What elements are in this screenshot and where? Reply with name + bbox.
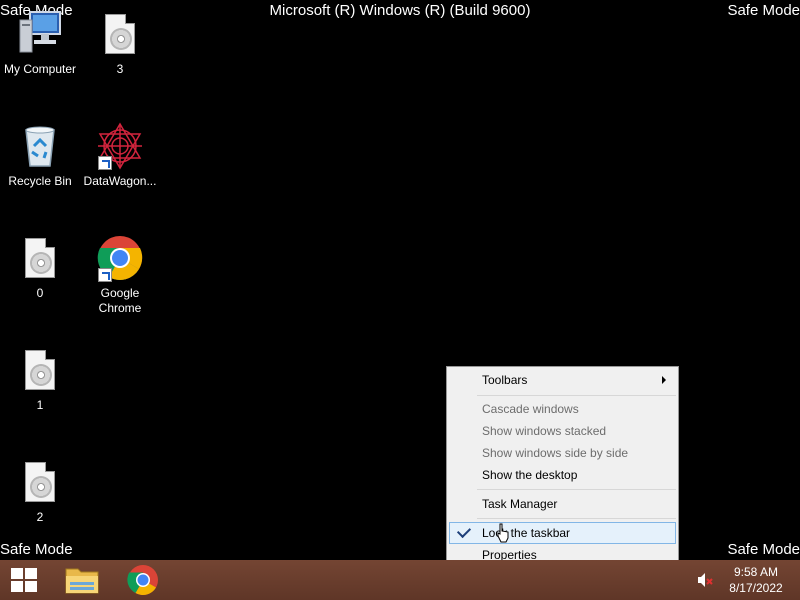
desktop-icon-label: 3 <box>116 62 124 76</box>
mouse-cursor-icon <box>497 523 509 543</box>
desktop-icon-label: Recycle Bin <box>8 174 72 188</box>
disc-file-icon <box>16 234 64 282</box>
volume-muted-icon[interactable] <box>696 571 714 589</box>
computer-icon <box>16 10 64 58</box>
recycle-bin-icon <box>16 122 64 170</box>
desktop-icon-label: 0 <box>36 286 44 300</box>
menu-item-task-manager[interactable]: Task Manager <box>449 493 676 515</box>
safe-mode-label-top-right: Safe Mode <box>727 2 800 19</box>
menu-item-label: Task Manager <box>482 497 558 511</box>
taskbar[interactable] <box>0 560 800 600</box>
start-button[interactable] <box>0 560 48 600</box>
menu-item-cascade-windows[interactable]: Cascade windows <box>449 398 676 420</box>
file-explorer-icon <box>65 568 99 594</box>
menu-item-label: Show windows side by side <box>482 446 629 460</box>
clock-date: 8/17/2022 <box>729 581 783 595</box>
desktop-icon-label: DataWagon... <box>83 174 157 188</box>
checkmark-icon <box>456 523 472 539</box>
menu-item-label: Show the desktop <box>482 468 578 482</box>
menu-item-show-windows-side-by-side[interactable]: Show windows side by side <box>449 442 676 464</box>
desktop-icon-2[interactable]: 2 <box>0 458 80 525</box>
disc-file-icon <box>16 346 64 394</box>
menu-item-label: Show windows stacked <box>482 424 607 438</box>
menu-item-toolbars[interactable]: Toolbars <box>449 369 676 391</box>
safe-mode-label-bottom-right: Safe Mode <box>727 541 800 558</box>
desktop-icon-google-chrome[interactable]: Google Chrome <box>80 234 160 316</box>
taskbar-clock[interactable]: 9:58 AM 8/17/2022 <box>720 564 792 596</box>
desktop-icon-0[interactable]: 0 <box>0 234 80 301</box>
disc-file-icon <box>96 10 144 58</box>
menu-separator <box>477 489 676 490</box>
desktop-icon-3[interactable]: 3 <box>80 10 160 77</box>
desktop-icon-recycle-bin[interactable]: Recycle Bin <box>0 122 80 189</box>
desktop-icon-1[interactable]: 1 <box>0 346 80 413</box>
menu-item-label: Toolbars <box>482 373 528 387</box>
desktop-icon-label: 2 <box>36 510 44 524</box>
chrome-icon <box>96 234 144 282</box>
desktop-icon-label: My Computer <box>3 62 77 76</box>
menu-item-show-windows-stacked[interactable]: Show windows stacked <box>449 420 676 442</box>
windows-logo-icon <box>11 568 37 592</box>
disc-file-icon <box>16 458 64 506</box>
shortcut-arrow-icon <box>98 156 112 170</box>
menu-item-lock-the-taskbar[interactable]: Lock the taskbar <box>449 522 676 544</box>
file-explorer-button[interactable] <box>60 560 104 600</box>
menu-separator <box>477 395 676 396</box>
taskbar-context-menu: Toolbars Cascade windows Show windows st… <box>446 366 679 568</box>
chrome-icon <box>127 565 158 596</box>
shortcut-arrow-icon <box>98 268 112 282</box>
safe-mode-label-bottom-left: Safe Mode <box>0 541 73 558</box>
menu-separator <box>477 518 676 519</box>
desktop-icon-label: Google Chrome <box>98 286 142 315</box>
desktop-icon-label: 1 <box>36 398 44 412</box>
clock-time: 9:58 AM <box>733 565 779 579</box>
menu-item-label: Cascade windows <box>482 402 579 416</box>
chrome-taskbar-button[interactable] <box>121 560 165 600</box>
menu-item-show-the-desktop[interactable]: Show the desktop <box>449 464 676 486</box>
datawagon-icon <box>96 122 144 170</box>
desktop-icon-datawagon[interactable]: DataWagon... <box>80 122 160 189</box>
submenu-arrow-icon <box>662 376 666 384</box>
desktop-icon-my-computer[interactable]: My Computer <box>0 10 80 77</box>
